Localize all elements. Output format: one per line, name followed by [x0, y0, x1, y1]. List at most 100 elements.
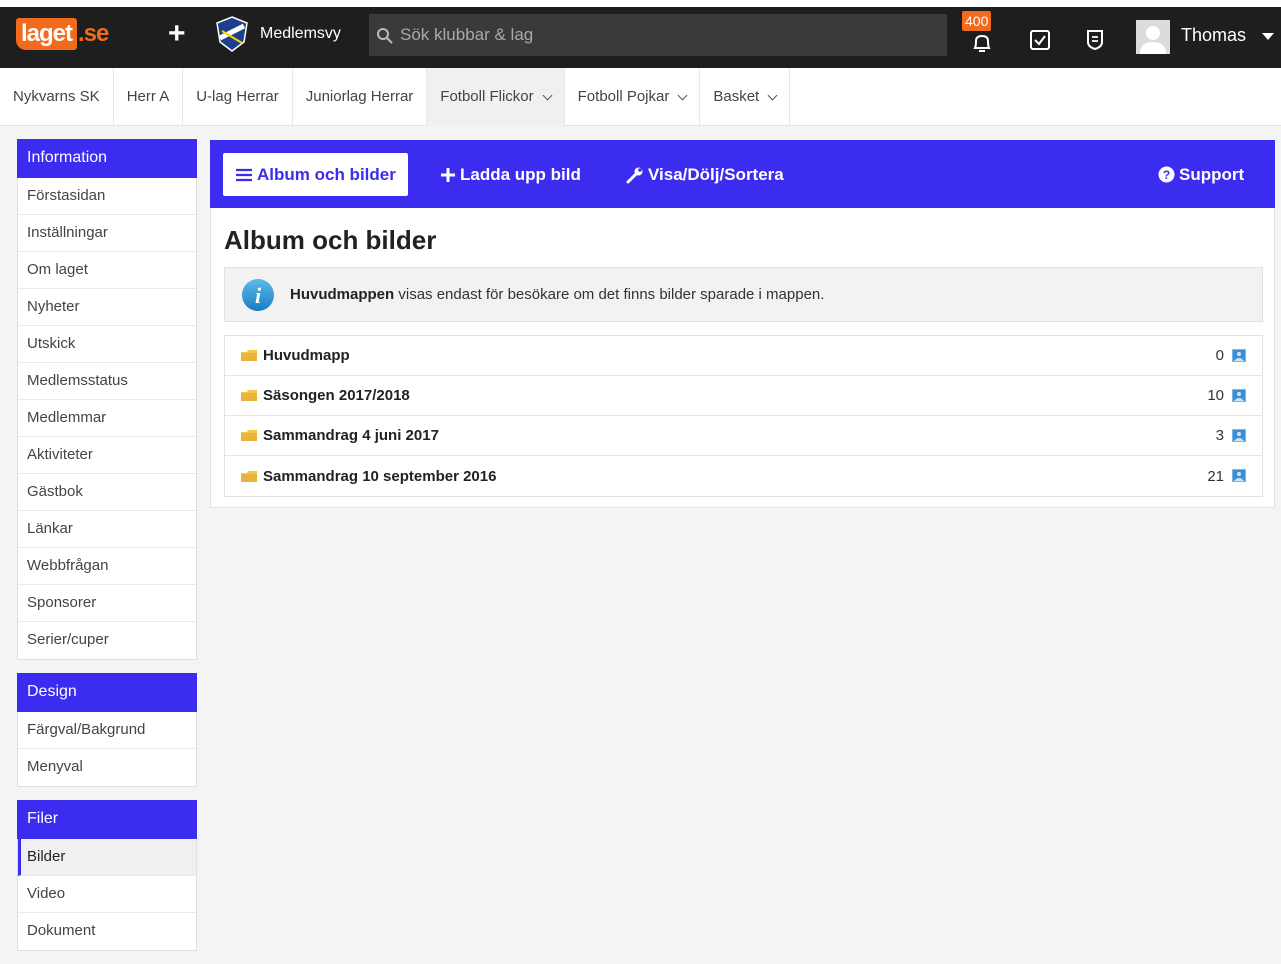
sidebar-item-nyheter[interactable]: Nyheter — [18, 289, 196, 326]
sidebar-item-bilder[interactable]: Bilder — [18, 839, 196, 876]
sidebar-item-menyval[interactable]: Menyval — [18, 749, 196, 786]
svg-text:?: ? — [1163, 168, 1170, 182]
notification-badge: 400 — [962, 11, 992, 31]
upload-image-button[interactable]: Ladda upp bild — [440, 153, 581, 196]
album-image-count: 10 — [1207, 387, 1224, 404]
album-och-bilder-button[interactable]: Album och bilder — [223, 153, 408, 196]
top-bar: laget .se + Medlemsvy 400 — [0, 0, 1281, 68]
team-tab-nykvarns-sk[interactable]: Nykvarns SK — [0, 68, 114, 126]
logo-tld: .se — [78, 20, 109, 47]
sidebar-item-webbfragan[interactable]: Webbfrågan — [18, 548, 196, 585]
album-name: Huvudmapp — [263, 347, 350, 364]
team-tab-label: Fotboll Pojkar — [577, 88, 670, 105]
folder-icon — [241, 390, 257, 401]
sidebar-item-installningar[interactable]: Inställningar — [18, 215, 196, 252]
album-row[interactable]: Säsongen 2017/2018 10 — [225, 376, 1262, 416]
chevron-down-icon — [542, 90, 553, 100]
team-tab-label: Herr A — [126, 88, 170, 105]
album-list: Huvudmapp 0 Säsongen 2017/2018 10 Samman… — [224, 335, 1263, 497]
album-image-count: 21 — [1207, 467, 1224, 485]
sidebar-item-serier-cuper[interactable]: Serier/cuper — [18, 622, 196, 659]
question-circle-icon: ? — [1158, 166, 1175, 183]
info-icon: i — [242, 278, 274, 311]
team-tab-label: Nykvarns SK — [13, 88, 100, 105]
sidebar-item-gastbok[interactable]: Gästbok — [18, 474, 196, 511]
folder-icon — [241, 350, 257, 361]
plus-icon[interactable]: + — [168, 19, 186, 49]
support-button[interactable]: ? Support — [1158, 153, 1244, 196]
image-icon — [1232, 429, 1246, 442]
team-tab-label: Juniorlag Herrar — [305, 88, 414, 105]
upload-image-label: Ladda upp bild — [460, 165, 581, 184]
avatar[interactable] — [1136, 20, 1170, 54]
search-input[interactable] — [400, 20, 930, 50]
sidebar-heading-design: Design — [17, 673, 197, 712]
caret-down-icon[interactable] — [1262, 33, 1274, 40]
album-image-count: 0 — [1215, 347, 1224, 364]
bell-icon — [973, 34, 991, 52]
team-tab-herr-a[interactable]: Herr A — [114, 68, 184, 126]
team-tab-label: U-lag Herrar — [196, 88, 279, 105]
notifications-button[interactable]: 400 — [962, 11, 1002, 55]
sidebar-item-sponsorer[interactable]: Sponsorer — [18, 585, 196, 622]
sidebar: Information Förstasidan Inställningar Om… — [17, 139, 197, 964]
search-icon — [377, 28, 393, 44]
username[interactable]: Thomas — [1181, 25, 1246, 46]
sidebar-item-om-laget[interactable]: Om laget — [18, 252, 196, 289]
main-panel: Album och bilder Ladda upp bild Visa/Döl… — [210, 140, 1275, 508]
team-tab-juniorlag-herrar[interactable]: Juniorlag Herrar — [293, 68, 428, 126]
image-icon — [1232, 389, 1246, 402]
chevron-down-icon — [767, 90, 778, 100]
team-tab-fotboll-flickor[interactable]: Fotboll Flickor — [427, 68, 565, 126]
sidebar-item-medlemsstatus[interactable]: Medlemsstatus — [18, 363, 196, 400]
support-label: Support — [1179, 165, 1245, 184]
info-text: Huvudmappen visas endast för besökare om… — [290, 286, 824, 303]
image-icon — [1232, 349, 1246, 362]
album-row[interactable]: Sammandrag 4 juni 2017 3 — [225, 416, 1262, 456]
logo-main: laget — [16, 18, 78, 50]
album-name: Sammandrag 10 september 2016 — [263, 467, 497, 485]
info-message: i Huvudmappen visas endast för besökare … — [224, 267, 1263, 322]
chevron-down-icon — [677, 90, 688, 100]
info-text-bold: Huvudmappen — [290, 286, 395, 303]
folder-icon — [241, 430, 257, 441]
member-view-link[interactable]: Medlemsvy — [260, 25, 341, 43]
sidebar-item-utskick[interactable]: Utskick — [18, 326, 196, 363]
image-icon — [1232, 469, 1246, 482]
toolbar: Album och bilder Ladda upp bild Visa/Döl… — [210, 140, 1275, 208]
album-name: Sammandrag 4 juni 2017 — [263, 427, 439, 444]
sidebar-item-fargval-bakgrund[interactable]: Färgval/Bakgrund — [18, 712, 196, 749]
sidebar-item-aktiviteter[interactable]: Aktiviteter — [18, 437, 196, 474]
info-text-rest: visas endast för besökare om det finns b… — [394, 286, 825, 303]
show-hide-sort-button[interactable]: Visa/Dölj/Sortera — [626, 153, 784, 196]
album-name: Säsongen 2017/2018 — [263, 387, 410, 404]
sidebar-heading-filer: Filer — [17, 800, 197, 839]
laget-logo[interactable]: laget .se — [16, 17, 109, 51]
sidebar-item-medlemmar[interactable]: Medlemmar — [18, 400, 196, 437]
album-row[interactable]: Huvudmapp 0 — [225, 336, 1262, 376]
plus-icon — [441, 167, 455, 182]
sidebar-item-forstasidan[interactable]: Förstasidan — [18, 178, 196, 215]
club-badge-icon[interactable] — [215, 16, 249, 52]
album-och-bilder-label: Album och bilder — [257, 165, 396, 184]
folder-icon — [241, 470, 257, 482]
show-hide-sort-label: Visa/Dölj/Sortera — [648, 165, 784, 184]
sidebar-heading-information: Information — [17, 139, 197, 178]
sidebar-section-information: Information Förstasidan Inställningar Om… — [17, 139, 197, 660]
team-tab-basket[interactable]: Basket — [700, 68, 791, 126]
team-tab-u-lag-herrar[interactable]: U-lag Herrar — [183, 68, 293, 126]
page-title: Album och bilder — [224, 225, 437, 255]
team-tab-fotboll-pojkar[interactable]: Fotboll Pojkar — [565, 68, 701, 126]
sidebar-item-lankar[interactable]: Länkar — [18, 511, 196, 548]
team-tab-label: Basket — [713, 88, 760, 105]
wrench-icon — [626, 167, 643, 183]
album-row[interactable]: Sammandrag 10 september 2016 21 — [225, 456, 1262, 496]
sidebar-section-design: Design Färgval/Bakgrund Menyval — [17, 673, 197, 787]
team-navigation: Nykvarns SK Herr A U-lag Herrar Juniorla… — [0, 68, 1281, 126]
sidebar-item-video[interactable]: Video — [18, 876, 196, 913]
sidebar-section-filer: Filer Bilder Video Dokument — [17, 800, 197, 951]
list-icon — [236, 168, 252, 181]
shield-icon[interactable] — [1085, 29, 1105, 51]
sidebar-item-dokument[interactable]: Dokument — [18, 913, 196, 950]
checklist-icon[interactable] — [1029, 29, 1051, 51]
